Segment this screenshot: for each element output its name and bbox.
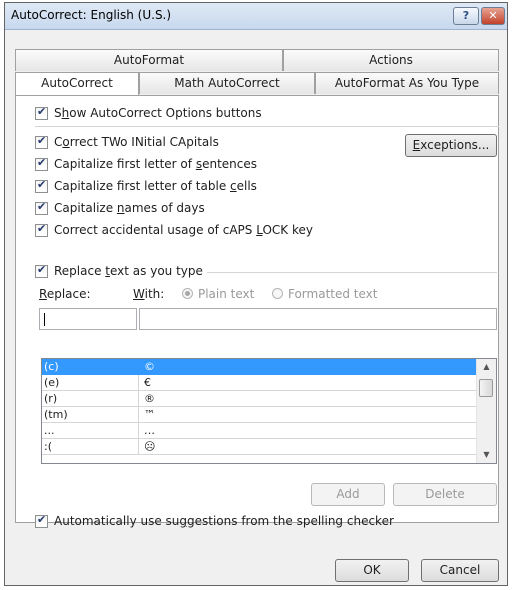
checkbox-checked-icon (35, 134, 48, 149)
radio-selected-icon (181, 288, 193, 299)
show-options-buttons-checkbox[interactable]: Show AutoCorrect Options buttons (35, 104, 262, 122)
list-item[interactable]: (tm) ™ (42, 407, 477, 423)
with-label: With: (133, 287, 165, 301)
radio-icon (271, 288, 283, 299)
list-item[interactable]: ...… (42, 423, 477, 439)
separator-line (35, 126, 499, 127)
tab-actions[interactable]: Actions (283, 49, 499, 71)
checkbox-checked-icon (35, 156, 48, 171)
checkbox-checked-icon (35, 200, 48, 215)
capitalize-days-checkbox[interactable]: Capitalize names of days (35, 199, 205, 217)
help-button[interactable]: ? (453, 7, 479, 25)
plain-text-radio[interactable]: Plain text (181, 287, 254, 301)
delete-button[interactable]: Delete (393, 483, 497, 506)
checkbox-checked-icon (35, 263, 48, 278)
list-item[interactable]: (e) € (42, 375, 477, 391)
checkbox-checked-icon (35, 105, 48, 120)
replace-input[interactable] (39, 308, 137, 330)
tab-autoformat-as-you-type-label: AutoFormat As You Type (334, 76, 480, 90)
with-row: With: Plain text Formatted text (133, 287, 377, 301)
tab-autoformat-label: AutoFormat (113, 53, 185, 67)
scroll-down-arrow-icon[interactable]: ▼ (477, 447, 496, 463)
with-input[interactable] (139, 308, 497, 330)
tab-autoformat[interactable]: AutoFormat (15, 49, 283, 71)
exceptions-button[interactable]: Exceptions... (405, 134, 497, 157)
checkbox-label: Correct TWo INitial CApitals (54, 135, 219, 149)
checkbox-label: Automatically use suggestions from the s… (54, 514, 394, 528)
tab-math-autocorrect-label: Math AutoCorrect (174, 76, 280, 90)
autocorrect-dialog: AutoCorrect: English (U.S.) ? ✕ AutoForm… (4, 2, 508, 586)
checkbox-checked-icon (35, 513, 48, 528)
checkbox-label: Show AutoCorrect Options buttons (54, 106, 262, 120)
list-item[interactable]: (c) © (42, 359, 477, 375)
formatted-text-radio[interactable]: Formatted text (271, 287, 377, 301)
checkbox-label: Capitalize names of days (54, 201, 205, 215)
scroll-up-arrow-icon[interactable]: ▲ (477, 359, 496, 375)
tab-autocorrect[interactable]: AutoCorrect (15, 72, 139, 95)
title-bar[interactable]: AutoCorrect: English (U.S.) ? ✕ (5, 3, 507, 30)
close-button[interactable]: ✕ (481, 7, 505, 25)
vertical-scrollbar[interactable]: ▲ ▼ (476, 359, 496, 463)
list-item[interactable]: (r) ® (42, 391, 477, 407)
tab-math-autocorrect[interactable]: Math AutoCorrect (139, 72, 315, 94)
spelling-suggestions-checkbox[interactable]: Automatically use suggestions from the s… (35, 512, 394, 530)
correct-caps-lock-checkbox[interactable]: Correct accidental usage of cAPS LOCK ke… (35, 221, 313, 239)
checkbox-label: Replace text as you type (54, 264, 203, 278)
help-icon: ? (462, 9, 470, 22)
tab-actions-label: Actions (369, 53, 413, 67)
correct-two-initial-capitals-checkbox[interactable]: Correct TWo INitial CApitals (35, 133, 219, 151)
text-caret (44, 313, 45, 326)
checkbox-label: Correct accidental usage of cAPS LOCK ke… (54, 223, 313, 237)
checkbox-label: Capitalize first letter of sentences (54, 157, 257, 171)
window-title: AutoCorrect: English (U.S.) (11, 8, 172, 22)
checkbox-checked-icon (35, 222, 48, 237)
list-item[interactable]: :(☹ (42, 439, 477, 455)
add-button[interactable]: Add (311, 483, 385, 506)
cancel-button[interactable]: Cancel (421, 559, 499, 582)
replace-text-as-you-type-checkbox[interactable]: Replace text as you type (35, 262, 207, 280)
autocorrect-entries-list[interactable]: (c) © (e) € (r) ® (tm) ™ ...… :(☹ ▲ ▼ (41, 358, 497, 464)
scroll-thumb[interactable] (479, 379, 493, 397)
checkbox-label: Capitalize first letter of table cells (54, 179, 257, 193)
replace-label: Replace: (39, 287, 91, 301)
close-icon: ✕ (488, 9, 498, 22)
capitalize-sentences-checkbox[interactable]: Capitalize first letter of sentences (35, 155, 257, 173)
tab-autocorrect-label: AutoCorrect (41, 76, 113, 90)
tab-autoformat-as-you-type[interactable]: AutoFormat As You Type (315, 72, 499, 94)
capitalize-table-cells-checkbox[interactable]: Capitalize first letter of table cells (35, 177, 257, 195)
ok-button[interactable]: OK (335, 559, 409, 582)
checkbox-checked-icon (35, 178, 48, 193)
